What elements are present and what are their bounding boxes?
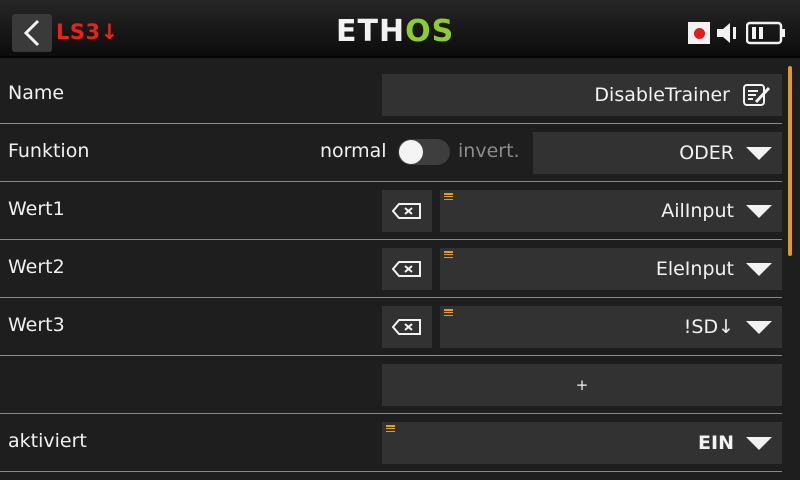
row-wert2: Wert2 EleInput <box>0 240 782 298</box>
options-marker-icon <box>444 193 453 200</box>
funktion-select[interactable]: ODER <box>533 132 782 174</box>
row-funktion: Funktion normal invert. ODER <box>0 124 782 182</box>
backspace-icon <box>392 319 421 335</box>
backspace-icon <box>392 203 421 219</box>
aktiviert-select[interactable]: EIN <box>382 422 782 464</box>
dropdown-arrow-icon <box>746 146 772 160</box>
aktiviert-label: aktiviert <box>8 430 87 452</box>
invert-label: invert. <box>458 140 520 162</box>
edit-icon <box>743 84 771 106</box>
toggle-knob <box>399 140 423 164</box>
record-icon <box>688 22 710 44</box>
options-marker-icon <box>444 309 453 316</box>
invert-toggle[interactable] <box>398 139 450 165</box>
options-marker-icon <box>386 425 395 432</box>
row-wert1: Wert1 AilInput <box>0 182 782 240</box>
name-value: DisableTrainer <box>594 84 730 106</box>
dropdown-arrow-icon <box>746 262 772 276</box>
wert2-select[interactable]: EleInput <box>440 248 782 290</box>
name-label: Name <box>8 82 65 104</box>
normal-label: normal <box>320 140 387 162</box>
ethos-logo: ETHOS <box>336 14 455 49</box>
clear-wert2-button[interactable] <box>382 248 432 290</box>
clear-wert3-button[interactable] <box>382 306 432 348</box>
row-name: Name DisableTrainer <box>0 66 782 124</box>
backspace-icon <box>392 261 421 277</box>
chevron-left-icon <box>23 19 40 47</box>
wert1-label: Wert1 <box>8 198 65 220</box>
back-button[interactable] <box>12 14 52 52</box>
clear-wert1-button[interactable] <box>382 190 432 232</box>
dropdown-arrow-icon <box>746 204 772 218</box>
funktion-label: Funktion <box>8 140 90 162</box>
wert3-label: Wert3 <box>8 314 65 336</box>
row-aktiviert: aktiviert EIN <box>0 414 782 472</box>
dropdown-arrow-icon <box>746 320 772 334</box>
battery-icon <box>746 21 785 45</box>
wert2-value: EleInput <box>655 258 734 280</box>
add-value-button[interactable]: + <box>382 364 782 406</box>
wert2-label: Wert2 <box>8 256 65 278</box>
status-icons <box>688 20 786 46</box>
speaker-icon <box>717 23 736 43</box>
wert3-select[interactable]: !SD↓ <box>440 306 782 348</box>
wert3-value: !SD↓ <box>683 316 734 338</box>
dropdown-arrow-icon <box>746 436 772 450</box>
options-marker-icon <box>444 251 453 258</box>
funktion-value: ODER <box>679 142 734 164</box>
aktiviert-value: EIN <box>698 432 734 454</box>
name-field[interactable]: DisableTrainer <box>382 74 782 116</box>
wert1-value: AilInput <box>661 200 734 222</box>
screen-title: LS3↓ <box>56 20 119 44</box>
row-add: + <box>0 356 782 414</box>
row-wert3: Wert3 !SD↓ <box>0 298 782 356</box>
top-bar: LS3↓ ETHOS <box>0 0 800 58</box>
logic-switch-form: Name DisableTrainer Funktion normal inve… <box>0 66 790 480</box>
wert1-select[interactable]: AilInput <box>440 190 782 232</box>
add-label: + <box>575 376 589 394</box>
